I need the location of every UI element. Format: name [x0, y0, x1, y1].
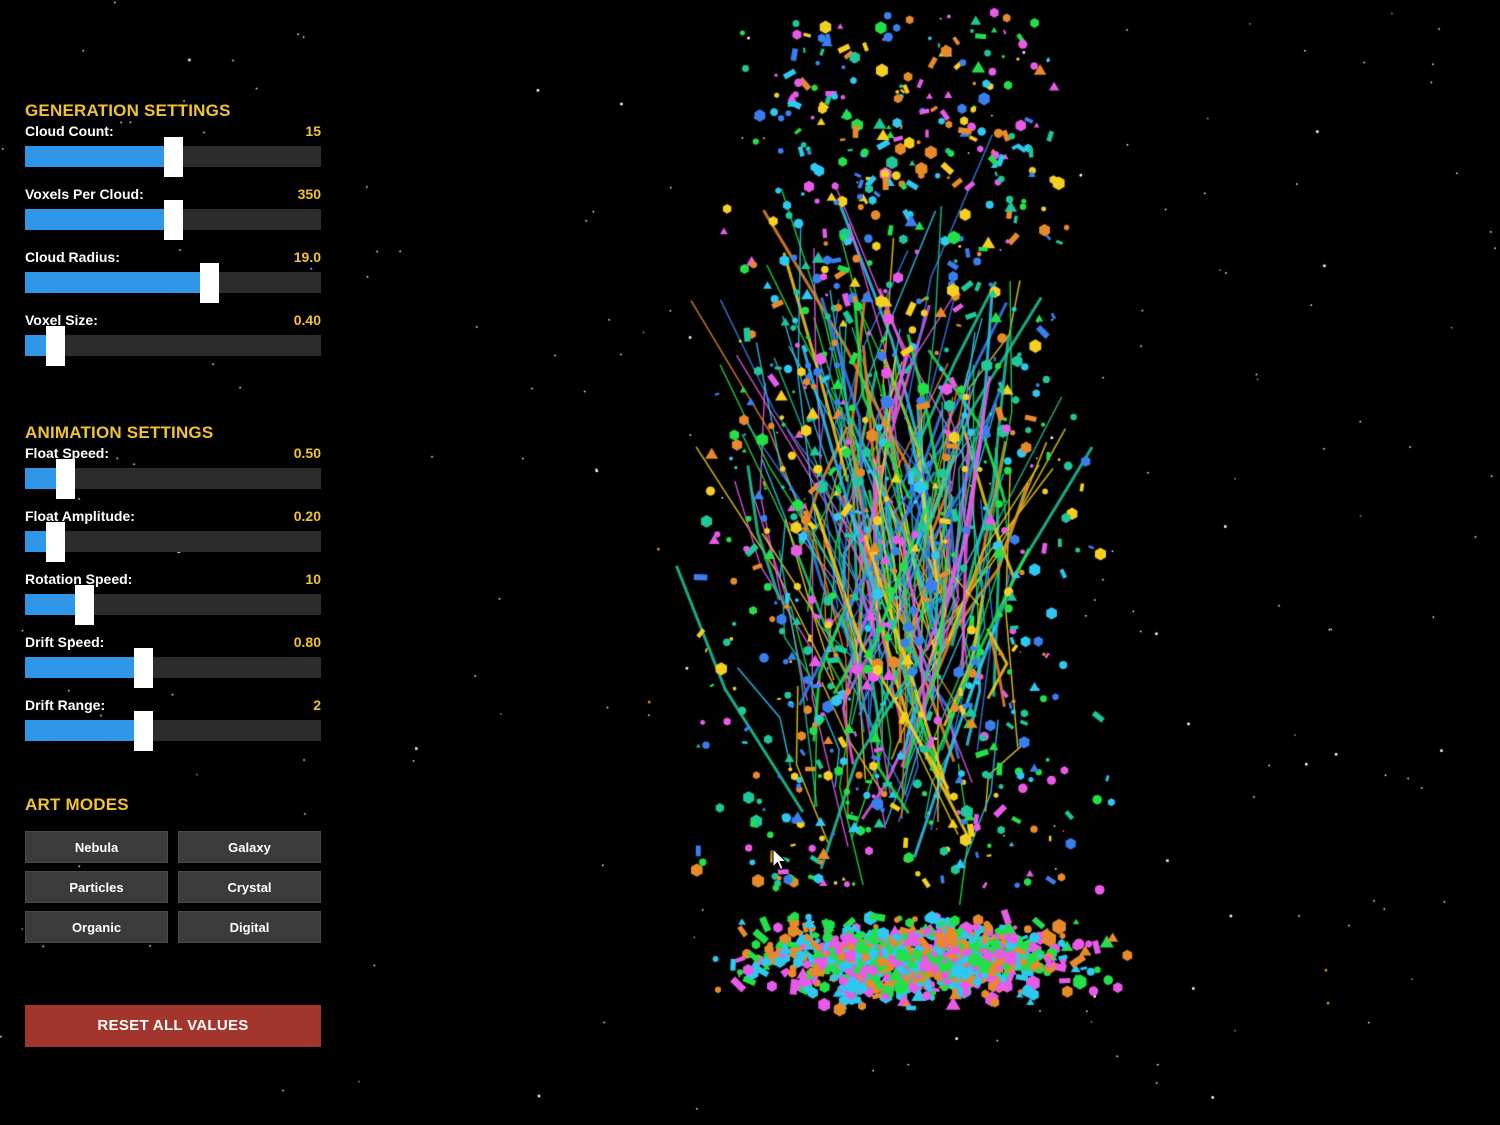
slider-track[interactable]	[25, 711, 321, 751]
slider-label: Cloud Count:	[25, 123, 114, 139]
slider-value: 0.40	[293, 312, 321, 328]
slider-track[interactable]	[25, 200, 321, 240]
slider-track[interactable]	[25, 522, 321, 562]
slider-thumb[interactable]	[55, 459, 75, 499]
slider-value: 10	[305, 571, 321, 587]
voxel-size-slider[interactable]: Voxel Size: 0.40	[25, 311, 321, 374]
art-modes-title: ART MODES	[25, 795, 129, 814]
slider-value: 15	[305, 123, 321, 139]
slider-track[interactable]	[25, 137, 321, 177]
cloud-count-slider[interactable]: Cloud Count: 15	[25, 122, 321, 185]
generation-settings-title: GENERATION SETTINGS	[25, 101, 231, 120]
particles-button[interactable]: Particles	[25, 871, 168, 903]
slider-value: 2	[313, 697, 321, 713]
slider-thumb[interactable]	[134, 711, 154, 751]
slider-fill	[25, 657, 144, 678]
slider-thumb[interactable]	[164, 137, 183, 177]
slider-thumb[interactable]	[164, 200, 183, 240]
rotation-speed-slider[interactable]: Rotation Speed: 10	[25, 570, 321, 633]
mouse-cursor-icon	[772, 848, 788, 871]
control-panel: GENERATION SETTINGS Cloud Count: 15 Voxe…	[25, 100, 321, 1047]
slider-value: 19.0	[293, 249, 321, 265]
slider-fill	[25, 146, 173, 167]
drift-speed-slider[interactable]: Drift Speed: 0.80	[25, 633, 321, 696]
slider-track[interactable]	[25, 326, 321, 366]
slider-label: Drift Speed:	[25, 634, 105, 650]
animation-settings-title: ANIMATION SETTINGS	[25, 423, 214, 442]
slider-label: Drift Range:	[25, 697, 106, 713]
slider-track[interactable]	[25, 585, 321, 625]
slider-value: 0.50	[293, 445, 321, 461]
slider-label: Cloud Radius:	[25, 249, 120, 265]
digital-button[interactable]: Digital	[178, 911, 321, 943]
slider-thumb[interactable]	[45, 522, 65, 562]
slider-label: Float Amplitude:	[25, 508, 135, 524]
art-modes-grid: Nebula Galaxy Particles Crystal Organic …	[25, 831, 321, 943]
drift-range-slider[interactable]: Drift Range: 2	[25, 696, 321, 759]
cloud-radius-slider[interactable]: Cloud Radius: 19.0	[25, 248, 321, 311]
slider-thumb[interactable]	[199, 263, 219, 303]
crystal-button[interactable]: Crystal	[178, 871, 321, 903]
slider-value: 0.80	[293, 634, 321, 650]
galaxy-button[interactable]: Galaxy	[178, 831, 321, 863]
slider-value: 350	[297, 186, 321, 202]
float-speed-slider[interactable]: Float Speed: 0.50	[25, 444, 321, 507]
slider-value: 0.20	[293, 508, 321, 524]
slider-thumb[interactable]	[134, 648, 154, 688]
slider-fill	[25, 272, 209, 293]
organic-button[interactable]: Organic	[25, 911, 168, 943]
slider-thumb[interactable]	[45, 326, 65, 366]
nebula-button[interactable]: Nebula	[25, 831, 168, 863]
slider-fill	[25, 209, 173, 230]
slider-label: Voxels Per Cloud:	[25, 186, 144, 202]
slider-track[interactable]	[25, 263, 321, 303]
slider-fill	[25, 720, 144, 741]
voxels-per-cloud-slider[interactable]: Voxels Per Cloud: 350	[25, 185, 321, 248]
reset-all-values-button[interactable]: RESET ALL VALUES	[25, 1005, 321, 1047]
slider-track[interactable]	[25, 648, 321, 688]
slider-thumb[interactable]	[75, 585, 95, 625]
float-amplitude-slider[interactable]: Float Amplitude: 0.20	[25, 507, 321, 570]
slider-track[interactable]	[25, 459, 321, 499]
